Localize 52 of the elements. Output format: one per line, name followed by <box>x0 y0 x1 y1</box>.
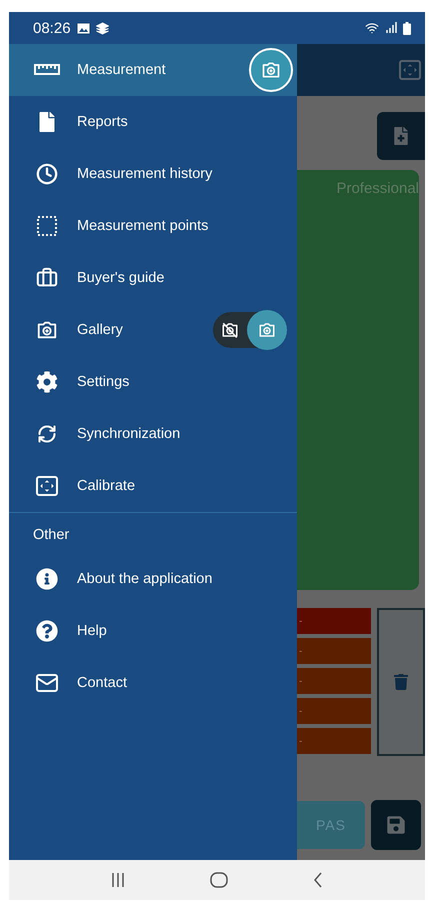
trash-icon <box>393 674 409 690</box>
menu-item[interactable]: Synchronization <box>9 408 297 460</box>
back-icon[interactable] <box>312 872 323 888</box>
menu-item[interactable]: Contact <box>9 657 297 709</box>
bar-value: - <box>299 676 302 686</box>
camera-icon <box>36 319 58 341</box>
bar-value: - <box>299 616 302 626</box>
calibrate-icon <box>399 60 421 80</box>
section-header: Other <box>32 526 70 545</box>
menu-item[interactable]: Measurement history <box>9 148 297 200</box>
file-plus-icon <box>392 127 410 145</box>
save-icon <box>386 815 406 835</box>
add-report-button[interactable] <box>377 112 425 160</box>
menu-item[interactable]: Reports <box>9 96 297 148</box>
ruler-icon <box>34 64 60 76</box>
menu-item[interactable]: About the application <box>9 553 297 605</box>
save-button[interactable] <box>371 800 421 850</box>
camera-icon <box>258 321 276 339</box>
document-icon <box>37 112 57 132</box>
frame-corners-icon <box>36 476 58 496</box>
menu-item[interactable]: Help <box>9 605 297 657</box>
help-icon <box>36 620 58 642</box>
briefcase-icon <box>36 267 58 289</box>
signal-icon <box>385 22 397 34</box>
settings-icon <box>36 371 58 393</box>
image-icon <box>76 22 90 34</box>
dotted-frame-icon <box>36 215 58 237</box>
bar-value: - <box>299 706 302 716</box>
wifi-icon <box>365 21 379 35</box>
delete-button[interactable] <box>377 608 425 756</box>
clock-icon <box>36 163 58 185</box>
info-icon <box>36 568 58 590</box>
menu-item[interactable]: Gallery <box>9 304 297 356</box>
toggle-thumb[interactable] <box>247 310 287 350</box>
camera-button[interactable] <box>249 48 293 92</box>
menu-item[interactable]: Measurement <box>9 44 297 96</box>
status-time: 08:26 <box>33 20 71 36</box>
sync-icon <box>37 424 57 444</box>
recent-apps-icon[interactable] <box>111 873 126 887</box>
menu-item[interactable]: Calibrate <box>9 460 297 512</box>
home-icon[interactable] <box>210 872 228 888</box>
camera-icon <box>261 60 281 80</box>
layers-icon <box>96 22 109 34</box>
card-label: Professional <box>336 180 419 198</box>
menu-item[interactable]: Buyer's guide <box>9 252 297 304</box>
camera-off-icon <box>221 321 239 339</box>
menu-item[interactable]: Settings <box>9 356 297 408</box>
bar-value: - <box>299 736 302 746</box>
battery-icon <box>403 22 411 34</box>
mail-icon <box>35 671 59 695</box>
bar-value: - <box>299 646 302 656</box>
menu-item[interactable]: Measurement points <box>9 200 297 252</box>
